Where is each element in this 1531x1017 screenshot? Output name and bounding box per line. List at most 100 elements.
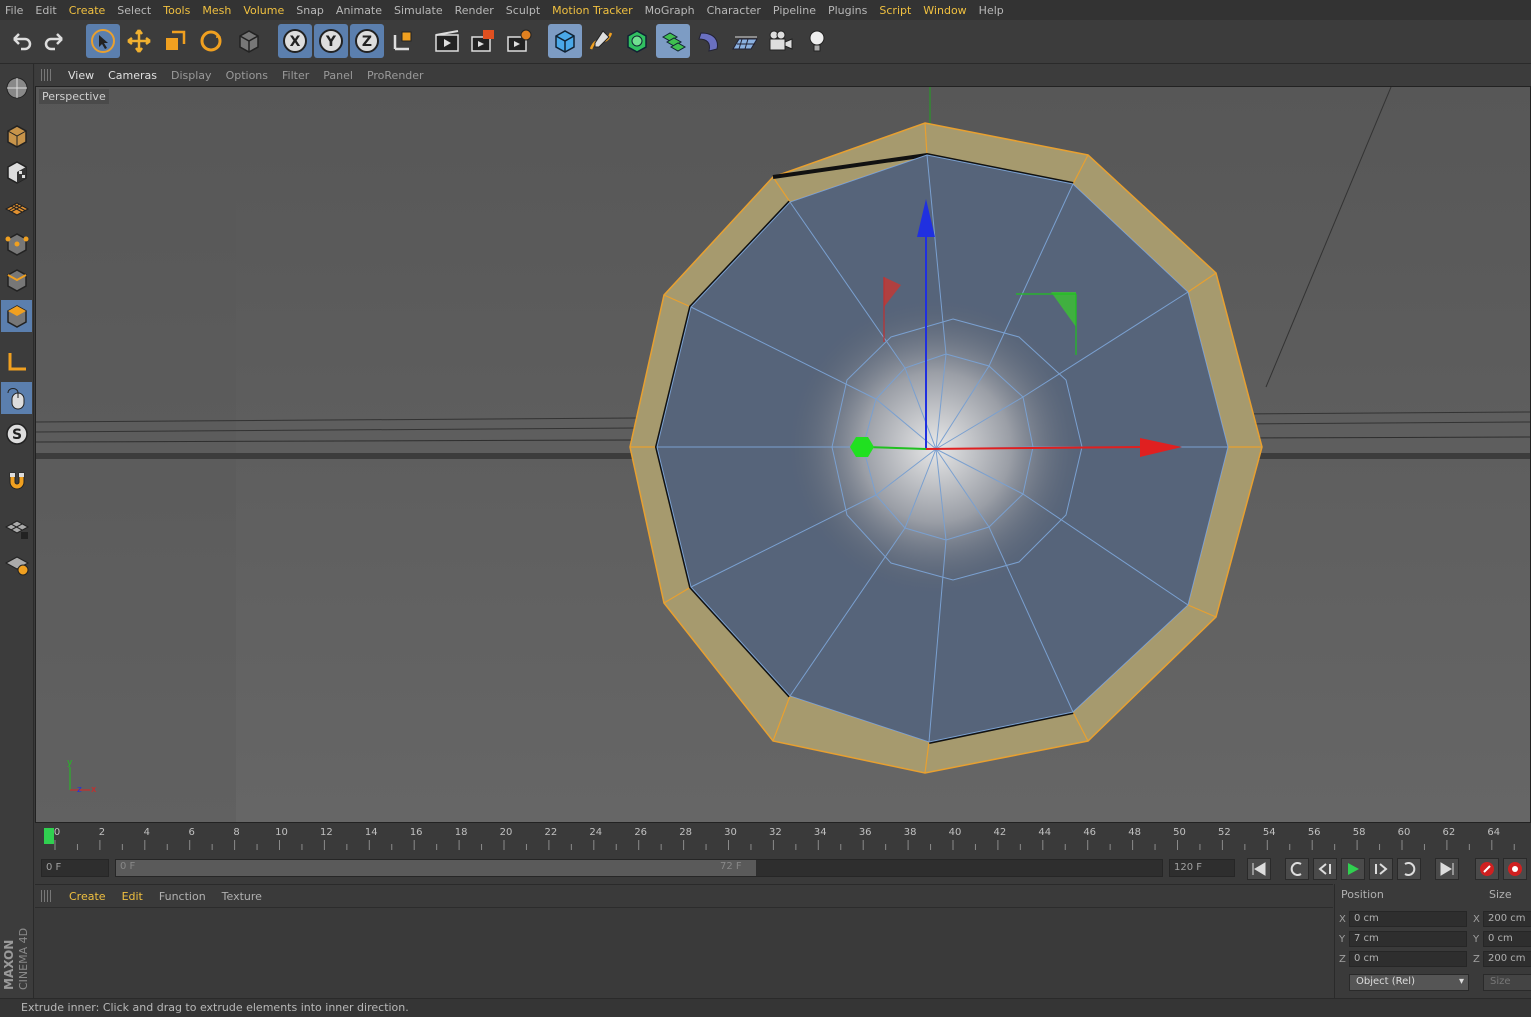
y-axis-lock-icon[interactable]: Y — [314, 24, 348, 58]
material-menu-create[interactable]: Create — [61, 890, 114, 903]
menu-file[interactable]: File — [0, 4, 30, 17]
edges-mode-icon[interactable] — [1, 264, 32, 296]
light-icon[interactable] — [800, 24, 834, 58]
make-editable-icon[interactable] — [1, 72, 32, 104]
move-icon[interactable] — [122, 24, 156, 58]
z-axis-lock-icon[interactable]: Z — [350, 24, 384, 58]
polygons-mode-icon[interactable] — [1, 300, 32, 332]
timeline-tick-label: 36 — [858, 827, 872, 838]
menu-plugins[interactable]: Plugins — [823, 4, 874, 17]
model-mode-icon[interactable] — [1, 120, 32, 152]
menu-animate[interactable]: Animate — [331, 4, 389, 17]
panel-grip[interactable] — [41, 69, 53, 81]
scale-icon[interactable] — [158, 24, 192, 58]
size-z-label: Z — [1473, 954, 1480, 965]
panel-grip[interactable] — [41, 890, 53, 902]
material-menu-texture[interactable]: Texture — [214, 890, 270, 903]
frame-range-slider[interactable] — [116, 860, 756, 876]
coordinate-system-icon[interactable] — [386, 24, 420, 58]
undo-icon[interactable] — [4, 24, 38, 58]
render-picture-viewer-icon[interactable] — [466, 24, 500, 58]
viewport-scene: y x z — [36, 87, 1530, 822]
material-menu-function[interactable]: Function — [151, 890, 214, 903]
texture-mode-icon[interactable] — [1, 156, 32, 188]
timeline-ruler[interactable]: 0 2 4 6 8 10 12 14 16 18 20 22 24 26 28 30 32 34 36 38 40 42 4… — [35, 824, 1531, 854]
viewport-menu-options[interactable]: Options — [219, 69, 275, 82]
menu-simulate[interactable]: Simulate — [389, 4, 450, 17]
viewport-menu-display[interactable]: Display — [164, 69, 219, 82]
cube-object-icon[interactable] — [548, 24, 582, 58]
menu-edit[interactable]: Edit — [30, 4, 63, 17]
menu-mesh[interactable]: Mesh — [197, 4, 238, 17]
next-key-icon[interactable] — [1397, 858, 1421, 880]
playhead-marker[interactable] — [44, 828, 54, 844]
render-settings-icon[interactable] — [502, 24, 536, 58]
material-menu-edit[interactable]: Edit — [114, 890, 151, 903]
menu-create[interactable]: Create — [64, 4, 113, 17]
perspective-viewport[interactable]: y x z Perspective — [35, 86, 1531, 823]
x-axis-lock-icon[interactable]: X — [278, 24, 312, 58]
material-list-area[interactable] — [35, 907, 1333, 999]
menu-mograph[interactable]: MoGraph — [640, 4, 702, 17]
menu-script[interactable]: Script — [874, 4, 918, 17]
menu-sculpt[interactable]: Sculpt — [501, 4, 547, 17]
next-frame-icon[interactable] — [1369, 858, 1393, 880]
solo-icon[interactable]: S — [1, 418, 32, 450]
redo-icon[interactable] — [38, 24, 72, 58]
play-forward-icon[interactable] — [1341, 858, 1365, 880]
viewport-menu-cameras[interactable]: Cameras — [101, 69, 164, 82]
position-y-field[interactable]: 7 cm — [1349, 931, 1467, 947]
record-keys-icon[interactable] — [1475, 858, 1499, 880]
menu-snap[interactable]: Snap — [291, 4, 331, 17]
pen-spline-icon[interactable] — [584, 24, 618, 58]
menu-select[interactable]: Select — [112, 4, 158, 17]
menu-character[interactable]: Character — [702, 4, 768, 17]
viewport-menu-filter[interactable]: Filter — [275, 69, 316, 82]
size-y-field[interactable]: 0 cm — [1483, 931, 1531, 947]
timeline-tick-label: 18 — [454, 827, 468, 838]
menu-window[interactable]: Window — [918, 4, 973, 17]
viewport-menu-prorender[interactable]: ProRender — [360, 69, 431, 82]
points-mode-icon[interactable] — [1, 228, 32, 260]
frame-range-track[interactable]: 0 F 72 F — [115, 859, 1163, 877]
previous-frame-icon[interactable] — [1313, 858, 1337, 880]
floor-environment-icon[interactable] — [728, 24, 762, 58]
go-to-end-icon[interactable] — [1435, 858, 1459, 880]
menu-volume[interactable]: Volume — [238, 4, 291, 17]
size-mode-button[interactable]: Size — [1483, 974, 1531, 991]
coordinate-mode-dropdown[interactable]: Object (Rel) ▾ — [1349, 974, 1469, 991]
viewport-camera-label[interactable]: Perspective — [39, 89, 109, 104]
menu-help[interactable]: Help — [974, 4, 1011, 17]
menu-pipeline[interactable]: Pipeline — [768, 4, 823, 17]
current-frame-field[interactable]: 0 F — [41, 859, 109, 877]
go-to-start-icon[interactable] — [1247, 858, 1271, 880]
size-x-label: X — [1473, 914, 1480, 925]
position-x-field[interactable]: 0 cm — [1349, 911, 1467, 927]
planar-workplane-icon[interactable] — [1, 548, 32, 580]
workplane-icon[interactable] — [1, 192, 32, 224]
end-frame-field[interactable]: 120 F — [1169, 859, 1235, 877]
locked-workplane-icon[interactable] — [1, 512, 32, 544]
previous-key-icon[interactable] — [1285, 858, 1309, 880]
size-z-field[interactable]: 200 cm — [1483, 951, 1531, 967]
menu-tools[interactable]: Tools — [158, 4, 197, 17]
deformer-bend-icon[interactable] — [692, 24, 726, 58]
auto-keying-icon[interactable] — [1503, 858, 1527, 880]
array-cloner-icon[interactable] — [656, 24, 690, 58]
live-selection-icon[interactable] — [86, 24, 120, 58]
coordinate-mode-value: Object (Rel) — [1356, 976, 1415, 987]
position-z-field[interactable]: 0 cm — [1349, 951, 1467, 967]
menu-render[interactable]: Render — [450, 4, 501, 17]
viewport-menu-view[interactable]: View — [61, 69, 101, 82]
axis-mode-icon[interactable] — [1, 346, 32, 378]
size-x-field[interactable]: 200 cm — [1483, 911, 1531, 927]
rotate-icon[interactable] — [194, 24, 228, 58]
menu-motion-tracker[interactable]: Motion Tracker — [547, 4, 639, 17]
snap-magnet-icon[interactable] — [1, 466, 32, 498]
camera-icon[interactable] — [764, 24, 798, 58]
subdivision-surface-icon[interactable] — [620, 24, 654, 58]
tweak-mode-icon[interactable] — [1, 382, 32, 414]
viewport-menu-panel[interactable]: Panel — [316, 69, 360, 82]
object-axis-icon[interactable] — [232, 24, 266, 58]
render-view-icon[interactable] — [430, 24, 464, 58]
